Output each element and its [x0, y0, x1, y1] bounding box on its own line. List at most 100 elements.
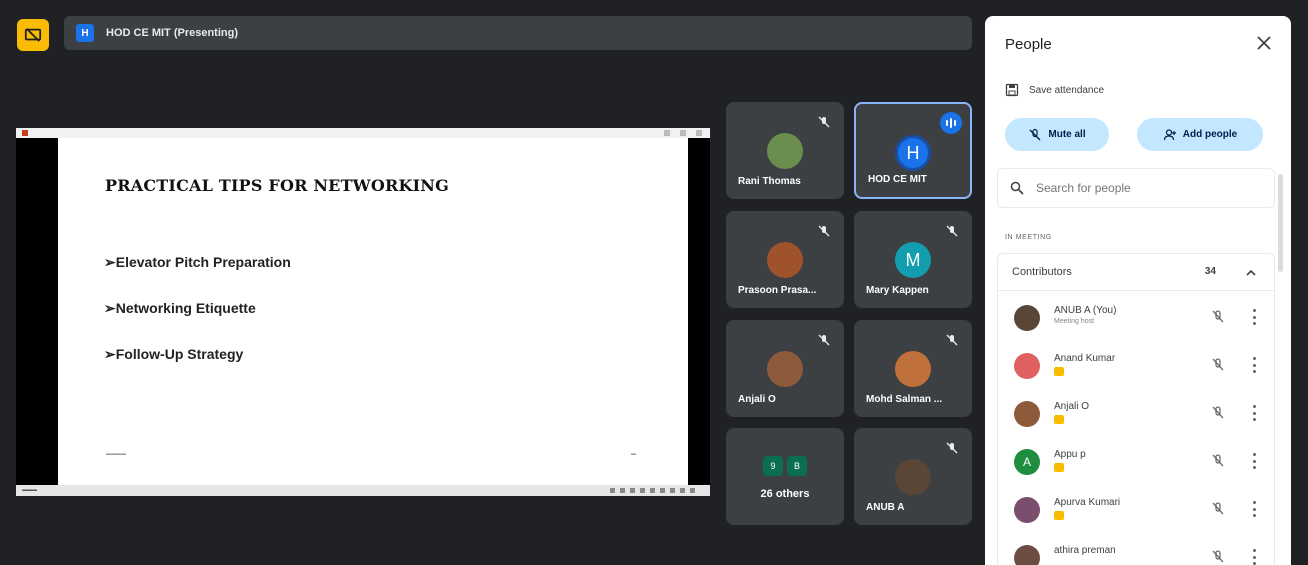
- slide-statusbar: ▬▬▬: [16, 485, 710, 496]
- list-item[interactable]: Anjali O: [998, 387, 1276, 435]
- more-options-icon[interactable]: [1252, 357, 1256, 373]
- stop-presenting-icon: [24, 28, 42, 42]
- participant-name: Rani Thomas: [738, 176, 801, 187]
- avatar: [1014, 545, 1040, 565]
- mic-off-icon[interactable]: [1210, 501, 1226, 517]
- contributors-count: 34: [1204, 266, 1216, 277]
- avatar: [1014, 497, 1040, 523]
- save-icon: [1005, 83, 1019, 97]
- participant-name: Apurva Kumari: [1054, 497, 1121, 508]
- app-icon: [22, 130, 28, 136]
- more-options-icon[interactable]: [1252, 405, 1256, 421]
- slide-footer-number: ▬: [631, 451, 636, 457]
- avatar: [767, 242, 803, 278]
- save-attendance-label: Save attendance: [1029, 84, 1105, 96]
- slide-footer-date: ▬▬▬▬: [106, 451, 126, 457]
- mic-off-icon: [944, 332, 960, 348]
- contributors-header[interactable]: Contributors 34: [997, 253, 1275, 291]
- avatar: B: [787, 456, 807, 476]
- participant-list: ANUB A (You) Meeting host Anand Kumar An…: [997, 291, 1275, 565]
- avatar: A: [1014, 449, 1040, 475]
- mic-off-icon: [944, 440, 960, 456]
- add-people-button[interactable]: Add people: [1137, 118, 1263, 151]
- mic-off-icon[interactable]: [1210, 309, 1226, 325]
- presenter-avatar: H: [76, 24, 94, 42]
- list-item[interactable]: ANUB A (You) Meeting host: [998, 291, 1276, 339]
- mic-off-icon: [1029, 128, 1041, 140]
- chevron-up-icon: [1246, 269, 1256, 276]
- list-item[interactable]: Anand Kumar: [998, 339, 1276, 387]
- participant-name: Mary Kappen: [866, 285, 929, 296]
- participant-name: ANUB A: [866, 502, 905, 513]
- more-options-icon[interactable]: [1252, 549, 1256, 565]
- list-item[interactable]: athira preman: [998, 531, 1276, 565]
- participant-name: HOD CE MIT: [868, 174, 927, 185]
- participant-name: Anjali O: [738, 394, 776, 405]
- list-item[interactable]: Apurva Kumari: [998, 483, 1276, 531]
- participant-name: ANUB A (You): [1054, 305, 1117, 316]
- close-icon: [696, 130, 702, 136]
- avatar: [767, 133, 803, 169]
- participant-name: Mohd Salman ...: [866, 394, 943, 405]
- add-people-label: Add people: [1182, 129, 1238, 140]
- participant-role: Meeting host: [1054, 318, 1095, 325]
- participant-tile[interactable]: Mohd Salman ...: [854, 320, 972, 417]
- participant-tile[interactable]: ANUB A: [854, 428, 972, 525]
- participant-name: athira preman: [1054, 545, 1116, 556]
- mic-off-icon[interactable]: [1210, 549, 1226, 565]
- participant-tile[interactable]: Rani Thomas: [726, 102, 844, 199]
- presenting-banner: H HOD CE MIT (Presenting): [64, 16, 972, 50]
- contributors-label: Contributors: [1012, 266, 1072, 278]
- search-input[interactable]: [1036, 181, 1256, 195]
- participant-name: Anjali O: [1054, 401, 1090, 412]
- participant-tile[interactable]: M Mary Kappen: [854, 211, 972, 308]
- present-screen-icon[interactable]: [17, 19, 49, 51]
- others-avatars: 9 B: [763, 456, 811, 476]
- mic-off-icon: [816, 332, 832, 348]
- shared-screen: PRACTICAL TIPS FOR NETWORKING ➢Elevator …: [16, 128, 710, 496]
- hand-badge-icon: [1054, 511, 1064, 520]
- mic-off-icon: [944, 223, 960, 239]
- others-tile[interactable]: 9 B 26 others: [726, 428, 844, 525]
- participant-name: Appu p: [1054, 449, 1086, 460]
- slide-bullet: ➢Elevator Pitch Preparation: [104, 254, 291, 270]
- avatar: [767, 351, 803, 387]
- list-item[interactable]: A Appu p: [998, 435, 1276, 483]
- maximize-icon: [680, 130, 686, 136]
- more-options-icon[interactable]: [1252, 501, 1256, 517]
- more-options-icon[interactable]: [1252, 453, 1256, 469]
- scrollbar[interactable]: [1278, 174, 1283, 272]
- close-icon[interactable]: [1255, 34, 1273, 52]
- participant-tile-active-speaker[interactable]: H HOD CE MIT: [854, 102, 972, 199]
- hand-badge-icon: [1054, 415, 1064, 424]
- participant-tile[interactable]: Anjali O: [726, 320, 844, 417]
- mute-all-button[interactable]: Mute all: [1005, 118, 1109, 151]
- others-count-label: 26 others: [760, 488, 810, 500]
- hand-badge-icon: [1054, 463, 1064, 472]
- avatar: 9: [763, 456, 783, 476]
- more-options-icon[interactable]: [1252, 309, 1256, 325]
- panel-title: People: [1005, 36, 1052, 53]
- mic-off-icon: [816, 114, 832, 130]
- mic-off-icon: [816, 223, 832, 239]
- hand-badge-icon: [1054, 367, 1064, 376]
- section-heading: IN MEETING: [1005, 234, 1052, 241]
- avatar: [1014, 401, 1040, 427]
- participant-name: Prasoon Prasa...: [738, 285, 817, 296]
- avatar: [1014, 353, 1040, 379]
- speaking-indicator-icon: [940, 112, 962, 134]
- mic-off-icon[interactable]: [1210, 405, 1226, 421]
- avatar: H: [895, 135, 931, 171]
- add-person-icon: [1163, 128, 1176, 140]
- slide-view-icons: [610, 488, 700, 493]
- avatar: [1014, 305, 1040, 331]
- participant-tile[interactable]: Prasoon Prasa...: [726, 211, 844, 308]
- save-attendance-button[interactable]: Save attendance: [1005, 83, 1104, 97]
- search-people-field[interactable]: [997, 168, 1275, 208]
- mic-off-icon[interactable]: [1210, 357, 1226, 373]
- people-panel: People Save attendance Mute all Add peop…: [985, 16, 1291, 565]
- search-icon: [1010, 181, 1024, 195]
- mic-off-icon[interactable]: [1210, 453, 1226, 469]
- slide-status-text: ▬▬▬: [22, 487, 37, 493]
- slide-window-titlebar: [16, 128, 710, 138]
